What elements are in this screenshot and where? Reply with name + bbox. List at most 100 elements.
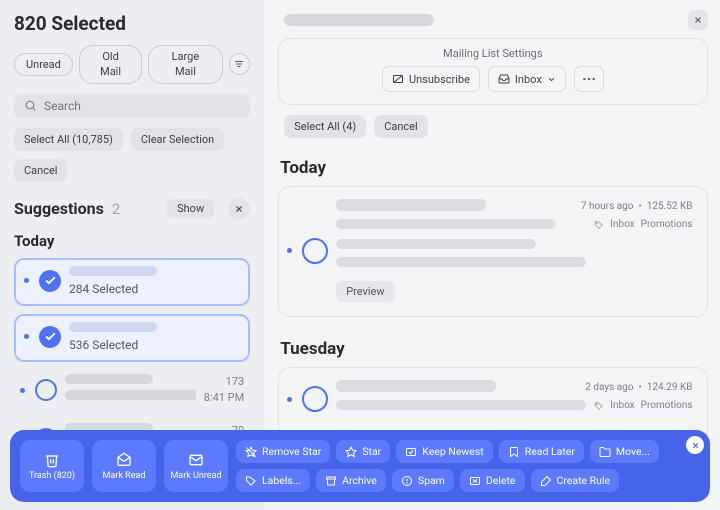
- message-size: 125.52 KB: [647, 201, 693, 212]
- delete-button[interactable]: Delete: [460, 469, 525, 492]
- suggestions-header: Suggestions 2 Show: [14, 198, 250, 220]
- sender-name-placeholder: [69, 266, 157, 276]
- sender-selected-count: 536 Selected: [69, 338, 238, 352]
- checkbox-checked-icon[interactable]: [39, 326, 61, 348]
- settings-title: Mailing List Settings: [289, 47, 696, 60]
- search-icon: [24, 99, 37, 112]
- sender-group-selected[interactable]: 536 Selected: [14, 314, 250, 362]
- clear-selection-button[interactable]: Clear Selection: [131, 128, 224, 151]
- main-header: [278, 10, 707, 30]
- unsubscribe-icon: [392, 73, 404, 85]
- mail-check-icon: [405, 446, 417, 458]
- message-size: 124.29 KB: [647, 382, 693, 393]
- close-icon: [234, 204, 244, 214]
- tag-icon: [245, 475, 257, 487]
- star-button[interactable]: Star: [336, 440, 390, 463]
- sender-body: [65, 374, 196, 407]
- message-folder: Inbox: [610, 398, 634, 414]
- folder-icon: [599, 446, 611, 458]
- message-body: [336, 380, 577, 418]
- message-card[interactable]: Preview 7 hours ago • 125.52 KB Inbox Pr…: [278, 186, 707, 317]
- day-heading-today: Today: [280, 158, 707, 178]
- sidebar-day-today: Today: [14, 232, 250, 250]
- sender-meta: 173 8:41 PM: [204, 374, 244, 407]
- unsubscribe-label: Unsubscribe: [409, 73, 470, 86]
- unread-dot-icon: [24, 278, 29, 283]
- mailing-list-settings-card: Mailing List Settings Unsubscribe Inbox: [278, 38, 707, 105]
- mark-unread-button[interactable]: Mark Unread: [164, 440, 228, 492]
- search-box[interactable]: [14, 94, 250, 118]
- action-bar-close-button[interactable]: [686, 436, 704, 454]
- suggestions-label: Suggestions: [14, 199, 104, 218]
- sender-count: 173: [204, 374, 244, 391]
- sender-name-placeholder: [65, 374, 153, 384]
- main-cancel-button[interactable]: Cancel: [374, 115, 427, 138]
- sender-subject-placeholder: [65, 390, 196, 400]
- checkbox-unchecked-icon[interactable]: [302, 386, 328, 412]
- move-button[interactable]: Move...: [590, 440, 659, 463]
- unread-dot-icon: [24, 334, 29, 339]
- message-meta: 7 hours ago • 125.52 KB Inbox Promotions: [581, 199, 693, 233]
- message-category: Promotions: [641, 398, 693, 414]
- move-to-inbox-button[interactable]: Inbox: [488, 66, 566, 92]
- message-folder: Inbox: [610, 217, 634, 233]
- filter-settings-icon[interactable]: [229, 53, 251, 75]
- main-select-all-button[interactable]: Select All (4): [284, 115, 366, 138]
- settings-actions: Unsubscribe Inbox: [289, 66, 696, 92]
- unread-dot-icon: [287, 248, 292, 253]
- sender-body: 284 Selected: [69, 266, 238, 296]
- checkbox-unchecked-icon[interactable]: [35, 379, 57, 401]
- filter-chips: Unread Old Mail Large Mail: [14, 45, 250, 84]
- trash-icon: [44, 452, 60, 468]
- dots-icon: [582, 77, 596, 81]
- star-off-icon: [245, 446, 257, 458]
- suggestions-close-button[interactable]: [228, 198, 250, 220]
- labels-button[interactable]: Labels...: [236, 469, 310, 492]
- unread-dot-icon: [20, 388, 25, 393]
- trash-button[interactable]: Trash (820): [20, 440, 84, 492]
- filter-old-mail[interactable]: Old Mail: [79, 45, 142, 84]
- tag-icon: [594, 220, 604, 230]
- cancel-selection-button[interactable]: Cancel: [14, 159, 67, 182]
- selection-title: 820 Selected: [14, 12, 250, 35]
- preview-button[interactable]: Preview: [336, 281, 394, 302]
- close-icon: [693, 15, 703, 25]
- read-later-button[interactable]: Read Later: [499, 440, 584, 463]
- bulk-action-bar: Trash (820) Mark Read Mark Unread Remove…: [10, 430, 710, 502]
- sender-group-selected[interactable]: 284 Selected: [14, 258, 250, 306]
- archive-button[interactable]: Archive: [316, 469, 386, 492]
- mail-open-icon: [116, 452, 132, 468]
- more-options-button[interactable]: [574, 66, 604, 92]
- sender-group[interactable]: 173 8:41 PM: [14, 370, 250, 411]
- checkbox-unchecked-icon[interactable]: [302, 238, 328, 264]
- secondary-actions: Remove Star Star Keep Newest Read Later …: [236, 440, 668, 492]
- select-all-button[interactable]: Select All (10,785): [14, 128, 123, 151]
- message-category: Promotions: [641, 217, 693, 233]
- sender-selected-count: 284 Selected: [69, 282, 238, 296]
- unsubscribe-button[interactable]: Unsubscribe: [382, 66, 480, 92]
- filter-unread[interactable]: Unread: [14, 53, 73, 76]
- search-input[interactable]: [44, 99, 240, 113]
- trash-label: Trash (820): [29, 471, 75, 481]
- filter-large-mail[interactable]: Large Mail: [148, 45, 222, 84]
- keep-newest-button[interactable]: Keep Newest: [396, 440, 492, 463]
- suggestions-count: 2: [112, 200, 120, 218]
- star-icon: [345, 446, 357, 458]
- spam-button[interactable]: Spam: [392, 469, 454, 492]
- suggestions-show-button[interactable]: Show: [167, 199, 214, 218]
- tag-icon: [594, 401, 604, 411]
- rule-icon: [540, 475, 552, 487]
- message-age: 7 hours ago: [581, 201, 634, 212]
- mark-read-button[interactable]: Mark Read: [92, 440, 156, 492]
- message-age: 2 days ago: [585, 382, 633, 393]
- checkbox-checked-icon[interactable]: [39, 270, 61, 292]
- close-panel-button[interactable]: [688, 10, 708, 30]
- sender-title-placeholder: [284, 14, 434, 26]
- remove-star-button[interactable]: Remove Star: [236, 440, 330, 463]
- create-rule-button[interactable]: Create Rule: [531, 469, 620, 492]
- message-meta: 2 days ago • 124.29 KB Inbox Promotions: [585, 380, 692, 414]
- mail-icon: [188, 452, 204, 468]
- close-icon: [691, 441, 700, 450]
- bookmark-icon: [508, 446, 520, 458]
- message-body: Preview: [336, 199, 573, 302]
